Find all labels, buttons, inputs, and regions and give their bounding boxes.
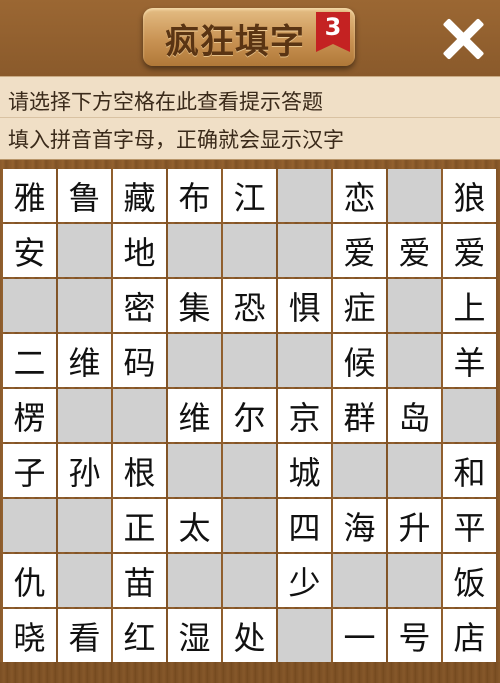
letter-cell[interactable]: 码 [113, 334, 166, 387]
level-number: 3 [324, 13, 342, 41]
letter-cell[interactable]: 恋 [333, 169, 386, 222]
empty-cell[interactable] [58, 224, 111, 277]
hint-line-2: 填入拼音首字母，正确就会显示汉字 [8, 128, 344, 152]
letter-cell[interactable]: 尔 [223, 389, 276, 442]
letter-cell[interactable]: 地 [113, 224, 166, 277]
letter-cell[interactable]: 仇 [3, 554, 56, 607]
letter-cell[interactable]: 号 [388, 609, 441, 662]
empty-cell[interactable] [168, 224, 221, 277]
letter-cell[interactable]: 维 [58, 334, 111, 387]
empty-cell[interactable] [388, 169, 441, 222]
empty-cell[interactable] [333, 444, 386, 497]
letter-cell[interactable]: 孙 [58, 444, 111, 497]
letter-cell[interactable]: 惧 [278, 279, 331, 332]
empty-cell[interactable] [333, 554, 386, 607]
letter-cell[interactable]: 藏 [113, 169, 166, 222]
letter-cell[interactable]: 湿 [168, 609, 221, 662]
empty-cell[interactable] [223, 554, 276, 607]
empty-cell[interactable] [278, 609, 331, 662]
letter-cell[interactable]: 集 [168, 279, 221, 332]
letter-cell[interactable]: 恐 [223, 279, 276, 332]
letter-cell[interactable]: 候 [333, 334, 386, 387]
empty-cell[interactable] [278, 224, 331, 277]
game-title: 疯狂填字 [165, 22, 305, 62]
letter-cell[interactable]: 太 [168, 499, 221, 552]
empty-cell[interactable] [113, 389, 166, 442]
crossword-board: 雅鲁藏布江恋狼安地爱爱爱密集恐惧症上二维码候羊楞维尔京群岛子孙根城和正太四海升平… [3, 169, 499, 662]
empty-cell[interactable] [388, 334, 441, 387]
letter-cell[interactable]: 羊 [443, 334, 496, 387]
letter-cell[interactable]: 爱 [333, 224, 386, 277]
letter-cell[interactable]: 安 [3, 224, 56, 277]
letter-cell[interactable]: 密 [113, 279, 166, 332]
empty-cell[interactable] [278, 334, 331, 387]
letter-cell[interactable]: 江 [223, 169, 276, 222]
letter-cell[interactable]: 根 [113, 444, 166, 497]
title-plaque: 疯狂填字 3 [143, 8, 355, 66]
letter-cell[interactable]: 和 [443, 444, 496, 497]
letter-cell[interactable]: 楞 [3, 389, 56, 442]
letter-cell[interactable]: 升 [388, 499, 441, 552]
letter-cell[interactable]: 群 [333, 389, 386, 442]
empty-cell[interactable] [3, 499, 56, 552]
empty-cell[interactable] [58, 279, 111, 332]
letter-cell[interactable]: 症 [333, 279, 386, 332]
empty-cell[interactable] [388, 279, 441, 332]
letter-cell[interactable]: 苗 [113, 554, 166, 607]
letter-cell[interactable]: 正 [113, 499, 166, 552]
empty-cell[interactable] [443, 389, 496, 442]
letter-cell[interactable]: 店 [443, 609, 496, 662]
empty-cell[interactable] [388, 554, 441, 607]
hint-panel: 请选择下方空格在此查看提示答题 填入拼音首字母，正确就会显示汉字 [0, 76, 500, 160]
letter-cell[interactable]: 鲁 [58, 169, 111, 222]
letter-cell[interactable]: 平 [443, 499, 496, 552]
letter-cell[interactable]: 二 [3, 334, 56, 387]
footer-wood [0, 662, 500, 683]
letter-cell[interactable]: 京 [278, 389, 331, 442]
letter-cell[interactable]: 爱 [388, 224, 441, 277]
letter-cell[interactable]: 雅 [3, 169, 56, 222]
close-icon[interactable] [440, 16, 486, 62]
empty-cell[interactable] [223, 499, 276, 552]
empty-cell[interactable] [223, 224, 276, 277]
header-bar: 疯狂填字 3 [0, 0, 500, 76]
empty-cell[interactable] [168, 444, 221, 497]
letter-cell[interactable]: 少 [278, 554, 331, 607]
letter-cell[interactable]: 红 [113, 609, 166, 662]
empty-cell[interactable] [168, 334, 221, 387]
letter-cell[interactable]: 布 [168, 169, 221, 222]
letter-cell[interactable]: 爱 [443, 224, 496, 277]
letter-cell[interactable]: 一 [333, 609, 386, 662]
letter-cell[interactable]: 晓 [3, 609, 56, 662]
empty-cell[interactable] [223, 334, 276, 387]
empty-cell[interactable] [278, 169, 331, 222]
level-ribbon-icon: 3 [316, 12, 350, 52]
empty-cell[interactable] [3, 279, 56, 332]
letter-cell[interactable]: 狼 [443, 169, 496, 222]
hint-line-1: 请选择下方空格在此查看提示答题 [8, 90, 323, 114]
empty-cell[interactable] [388, 444, 441, 497]
empty-cell[interactable] [168, 554, 221, 607]
letter-cell[interactable]: 城 [278, 444, 331, 497]
letter-cell[interactable]: 子 [3, 444, 56, 497]
letter-cell[interactable]: 维 [168, 389, 221, 442]
letter-cell[interactable]: 岛 [388, 389, 441, 442]
empty-cell[interactable] [58, 389, 111, 442]
hint-divider [0, 117, 500, 118]
letter-cell[interactable]: 四 [278, 499, 331, 552]
letter-cell[interactable]: 饭 [443, 554, 496, 607]
letter-cell[interactable]: 看 [58, 609, 111, 662]
letter-cell[interactable]: 上 [443, 279, 496, 332]
letter-cell[interactable]: 处 [223, 609, 276, 662]
empty-cell[interactable] [58, 499, 111, 552]
letter-cell[interactable]: 海 [333, 499, 386, 552]
empty-cell[interactable] [223, 444, 276, 497]
empty-cell[interactable] [58, 554, 111, 607]
